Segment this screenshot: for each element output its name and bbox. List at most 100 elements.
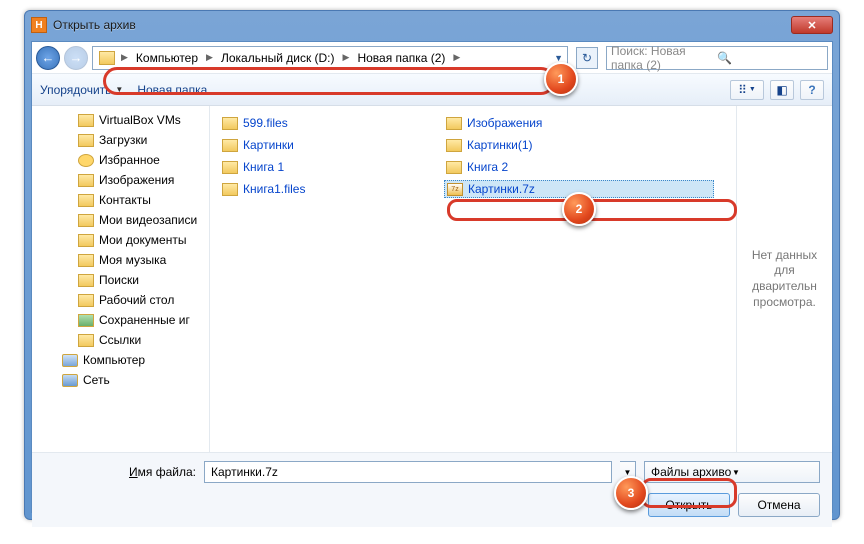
close-button[interactable]: ✕ — [791, 16, 833, 34]
preview-pane-button[interactable]: ◧ — [770, 80, 794, 100]
tree-item[interactable]: Моя музыка — [32, 250, 209, 270]
filename-value: Картинки.7z — [211, 465, 278, 479]
tree-label: Мои видеозаписи — [99, 213, 197, 227]
breadcrumb[interactable]: ▶ Компьютер ▶ Локальный диск (D:) ▶ Нова… — [92, 46, 568, 70]
folder-icon — [78, 234, 94, 247]
tree-item[interactable]: Загрузки — [32, 130, 209, 150]
titlebar: H Открыть архив ✕ — [25, 11, 839, 39]
window-body: ← → ▶ Компьютер ▶ Локальный диск (D:) ▶ … — [31, 41, 833, 513]
folder-icon — [78, 294, 94, 307]
tree-item[interactable]: Ссылки — [32, 330, 209, 350]
filetype-filter[interactable]: Файлы архивов(*.zip *.7z *.arj *▼ — [644, 461, 820, 483]
open-button[interactable]: Открыть — [648, 493, 730, 517]
refresh-button[interactable]: ↻ — [576, 47, 598, 69]
chevron-right-icon: ▶ — [204, 52, 215, 63]
file-item[interactable]: Книга1.files — [220, 180, 420, 198]
star-icon — [78, 154, 94, 167]
folder-icon — [78, 254, 94, 267]
preview-text: Нет данных для дварительн просмотра. — [745, 248, 824, 310]
tree-label: Контакты — [99, 193, 151, 207]
search-placeholder: Поиск: Новая папка (2) — [611, 44, 717, 72]
help-button[interactable]: ? — [800, 80, 824, 100]
folder-icon — [78, 194, 94, 207]
breadcrumb-segment[interactable]: Локальный диск (D:) — [215, 51, 341, 65]
forward-button[interactable]: → — [64, 46, 88, 70]
cancel-button[interactable]: Отмена — [738, 493, 820, 517]
tree-item[interactable]: Мои документы — [32, 230, 209, 250]
file-name: Картинки — [243, 138, 294, 152]
folder-icon — [78, 114, 94, 127]
tree-item-network[interactable]: Сеть — [32, 370, 209, 390]
breadcrumb-segment[interactable]: Новая папка (2) — [351, 51, 451, 65]
file-name: Книга 2 — [467, 160, 508, 174]
back-button[interactable]: ← — [36, 46, 60, 70]
archive-icon: 7z — [447, 183, 463, 196]
folder-icon — [78, 274, 94, 287]
file-list[interactable]: 599.files Картинки Книга 1 Книга1.files … — [210, 106, 736, 452]
search-input[interactable]: Поиск: Новая папка (2) 🔍 — [606, 46, 828, 70]
tree-label: Поиски — [99, 273, 139, 287]
file-item[interactable]: 599.files — [220, 114, 420, 132]
file-name: 599.files — [243, 116, 288, 130]
file-name: Картинки(1) — [467, 138, 533, 152]
annotation-badge-3: 3 — [614, 476, 648, 510]
tree-label: Сохраненные иг — [99, 313, 190, 327]
tree-item[interactable]: VirtualBox VMs — [32, 110, 209, 130]
chevron-down-icon: ▼ — [732, 468, 813, 477]
folder-icon — [99, 51, 115, 65]
organize-menu[interactable]: Упорядочить ▼ — [40, 83, 123, 97]
view-mode-button[interactable]: ⠿ ▼ — [730, 80, 764, 100]
preview-pane: Нет данных для дварительн просмотра. — [736, 106, 832, 452]
folder-icon — [78, 334, 94, 347]
tree-label: VirtualBox VMs — [99, 113, 181, 127]
new-folder-button[interactable]: Новая папка — [137, 83, 207, 97]
cancel-label: Отмена — [757, 498, 800, 512]
folder-icon — [78, 174, 94, 187]
tree-label: Изображения — [99, 173, 174, 187]
tree-label: Сеть — [83, 373, 110, 387]
bottom-panel: Имя файла: Картинки.7z ▼ Файлы архивов(*… — [32, 452, 832, 527]
search-icon: 🔍 — [717, 51, 823, 65]
chevron-right-icon: ▶ — [341, 52, 352, 63]
tree-item[interactable]: Избранное — [32, 150, 209, 170]
folder-icon — [78, 214, 94, 227]
new-folder-label: Новая папка — [137, 83, 207, 97]
file-item[interactable]: Картинки(1) — [444, 136, 714, 154]
badge-number: 1 — [558, 72, 565, 86]
tree-label: Ссылки — [99, 333, 141, 347]
folder-icon — [446, 139, 462, 152]
folder-icon — [222, 183, 238, 196]
folder-icon — [222, 139, 238, 152]
nav-tree[interactable]: VirtualBox VMs Загрузки Избранное Изобра… — [32, 106, 210, 452]
folder-icon — [446, 117, 462, 130]
filename-input[interactable]: Картинки.7z — [204, 461, 612, 483]
folder-icon — [446, 161, 462, 174]
chevron-right-icon: ▶ — [119, 52, 130, 63]
tree-item[interactable]: Поиски — [32, 270, 209, 290]
tree-item-computer[interactable]: Компьютер — [32, 350, 209, 370]
file-name: Книга 1 — [243, 160, 284, 174]
tree-label: Рабочий стол — [99, 293, 174, 307]
tree-item[interactable]: Сохраненные иг — [32, 310, 209, 330]
breadcrumb-segment[interactable]: Компьютер — [130, 51, 204, 65]
filter-text: Файлы архивов(*.zip *.7z *.arj * — [651, 465, 732, 479]
computer-icon — [62, 354, 78, 367]
file-name: Изображения — [467, 116, 542, 130]
annotation-badge-1: 1 — [544, 62, 578, 96]
chevron-down-icon[interactable]: ▼ — [552, 53, 565, 63]
tree-label: Моя музыка — [99, 253, 166, 267]
file-item[interactable]: Книга 2 — [444, 158, 714, 176]
badge-number: 3 — [628, 486, 635, 500]
tree-item[interactable]: Мои видеозаписи — [32, 210, 209, 230]
app-icon: H — [31, 17, 47, 33]
tree-item[interactable]: Рабочий стол — [32, 290, 209, 310]
tree-label: Компьютер — [83, 353, 145, 367]
file-item[interactable]: Книга 1 — [220, 158, 420, 176]
tree-item[interactable]: Изображения — [32, 170, 209, 190]
tree-item[interactable]: Контакты — [32, 190, 209, 210]
chevron-right-icon: ▶ — [451, 52, 462, 63]
file-item[interactable]: Изображения — [444, 114, 714, 132]
file-name: Книга1.files — [243, 182, 305, 196]
file-item[interactable]: Картинки — [220, 136, 420, 154]
content-area: VirtualBox VMs Загрузки Избранное Изобра… — [32, 106, 832, 452]
